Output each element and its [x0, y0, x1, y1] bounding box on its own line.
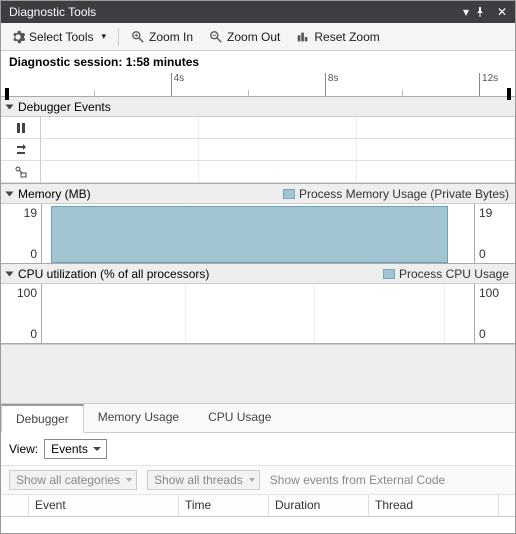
events-grid-header: Event Time Duration Thread: [1, 495, 515, 517]
legend-swatch: [283, 189, 295, 199]
close-icon[interactable]: ✕: [493, 5, 511, 19]
debugger-events-lanes: [41, 117, 515, 183]
chevron-down-icon: ▾: [97, 31, 106, 42]
cpu-plot[interactable]: [41, 284, 475, 343]
ruler-minor: [94, 90, 95, 96]
zoom-out-icon: [209, 30, 223, 44]
filter-categories[interactable]: Show all categories: [9, 470, 137, 490]
cpu-axis-right: 1000: [475, 284, 515, 343]
section-header-cpu: CPU utilization (% of all processors) Pr…: [1, 264, 515, 284]
ruler-end-marker[interactable]: [507, 88, 511, 100]
toolbar: Select Tools ▾ Zoom In Zoom Out Reset Zo…: [1, 23, 515, 51]
section-header-debugger-events: Debugger Events: [1, 97, 515, 117]
zoom-out-button[interactable]: Zoom Out: [205, 28, 284, 46]
zoom-in-label: Zoom In: [149, 30, 193, 44]
zoom-out-label: Zoom Out: [227, 30, 280, 44]
col-event[interactable]: Event: [29, 495, 179, 516]
col-duration[interactable]: Duration: [269, 495, 369, 516]
select-tools-label: Select Tools: [29, 30, 93, 44]
memory-axis-left: 190: [1, 204, 41, 263]
filter-threads[interactable]: Show all threads: [147, 470, 260, 490]
tab-memory-usage[interactable]: Memory Usage: [84, 404, 194, 432]
zoom-in-button[interactable]: Zoom In: [127, 28, 197, 46]
zoom-in-icon: [131, 30, 145, 44]
chart-empty-area: [1, 344, 515, 403]
events-grid-body: [1, 517, 515, 533]
view-label: View:: [9, 442, 38, 456]
col-time[interactable]: Time: [179, 495, 269, 516]
detail-tabs: Debugger Memory Usage CPU Usage: [1, 403, 515, 433]
pin-icon[interactable]: [475, 7, 493, 17]
section-title: Debugger Events: [18, 100, 111, 114]
legend-memory: Process Memory Usage (Private Bytes): [283, 187, 509, 201]
legend-cpu: Process CPU Usage: [383, 267, 509, 281]
reset-zoom-button[interactable]: Reset Zoom: [292, 28, 383, 46]
collapse-toggle-icon[interactable]: [6, 104, 14, 109]
memory-plot[interactable]: [41, 204, 475, 263]
section-title: CPU utilization (% of all processors): [18, 267, 209, 281]
toolbar-separator: [118, 28, 119, 46]
tab-cpu-usage[interactable]: CPU Usage: [194, 404, 286, 432]
cpu-axis-left: 1000: [1, 284, 41, 343]
ruler-tick: 4s: [171, 73, 185, 96]
filter-row: Show all categories Show all threads Sho…: [1, 465, 515, 495]
step-out-icon[interactable]: [1, 139, 41, 161]
memory-area: [51, 206, 448, 263]
session-label: Diagnostic session: 1:58 minutes: [1, 51, 515, 73]
memory-axis-right: 190: [475, 204, 515, 263]
view-select[interactable]: Events: [44, 439, 107, 459]
ruler-tick: 8s: [325, 73, 339, 96]
tab-debugger[interactable]: Debugger: [1, 404, 84, 433]
view-row: View: Events: [1, 433, 515, 465]
section-header-memory: Memory (MB) Process Memory Usage (Privat…: [1, 184, 515, 204]
ruler-start-marker[interactable]: [5, 88, 9, 100]
select-tools-button[interactable]: Select Tools ▾: [7, 28, 110, 46]
cpu-chart: 1000 1000: [1, 284, 515, 344]
window-menu-icon[interactable]: ▾: [457, 5, 475, 19]
ruler-tick: 12s: [479, 73, 498, 96]
ruler-minor: [402, 90, 403, 96]
intellitrace-icon[interactable]: [1, 161, 41, 183]
section-title: Memory (MB): [18, 187, 91, 201]
collapse-toggle-icon[interactable]: [6, 271, 14, 276]
col-thread[interactable]: Thread: [369, 495, 499, 516]
window-title: Diagnostic Tools: [9, 5, 457, 19]
debugger-events-grid: [1, 117, 515, 184]
collapse-toggle-icon[interactable]: [6, 191, 14, 196]
pause-icon[interactable]: [1, 117, 41, 139]
reset-zoom-icon: [296, 30, 310, 44]
ruler-minor: [248, 90, 249, 96]
reset-zoom-label: Reset Zoom: [314, 30, 379, 44]
memory-chart: 190 190: [1, 204, 515, 264]
col-overflow[interactable]: [499, 495, 515, 516]
legend-swatch: [383, 269, 395, 279]
titlebar: Diagnostic Tools ▾ ✕: [1, 1, 515, 23]
gear-icon: [11, 30, 25, 44]
time-ruler[interactable]: 4s 8s 12s: [1, 73, 515, 97]
col-expand[interactable]: [1, 495, 29, 516]
filter-external-code-hint[interactable]: Show events from External Code: [270, 473, 445, 487]
